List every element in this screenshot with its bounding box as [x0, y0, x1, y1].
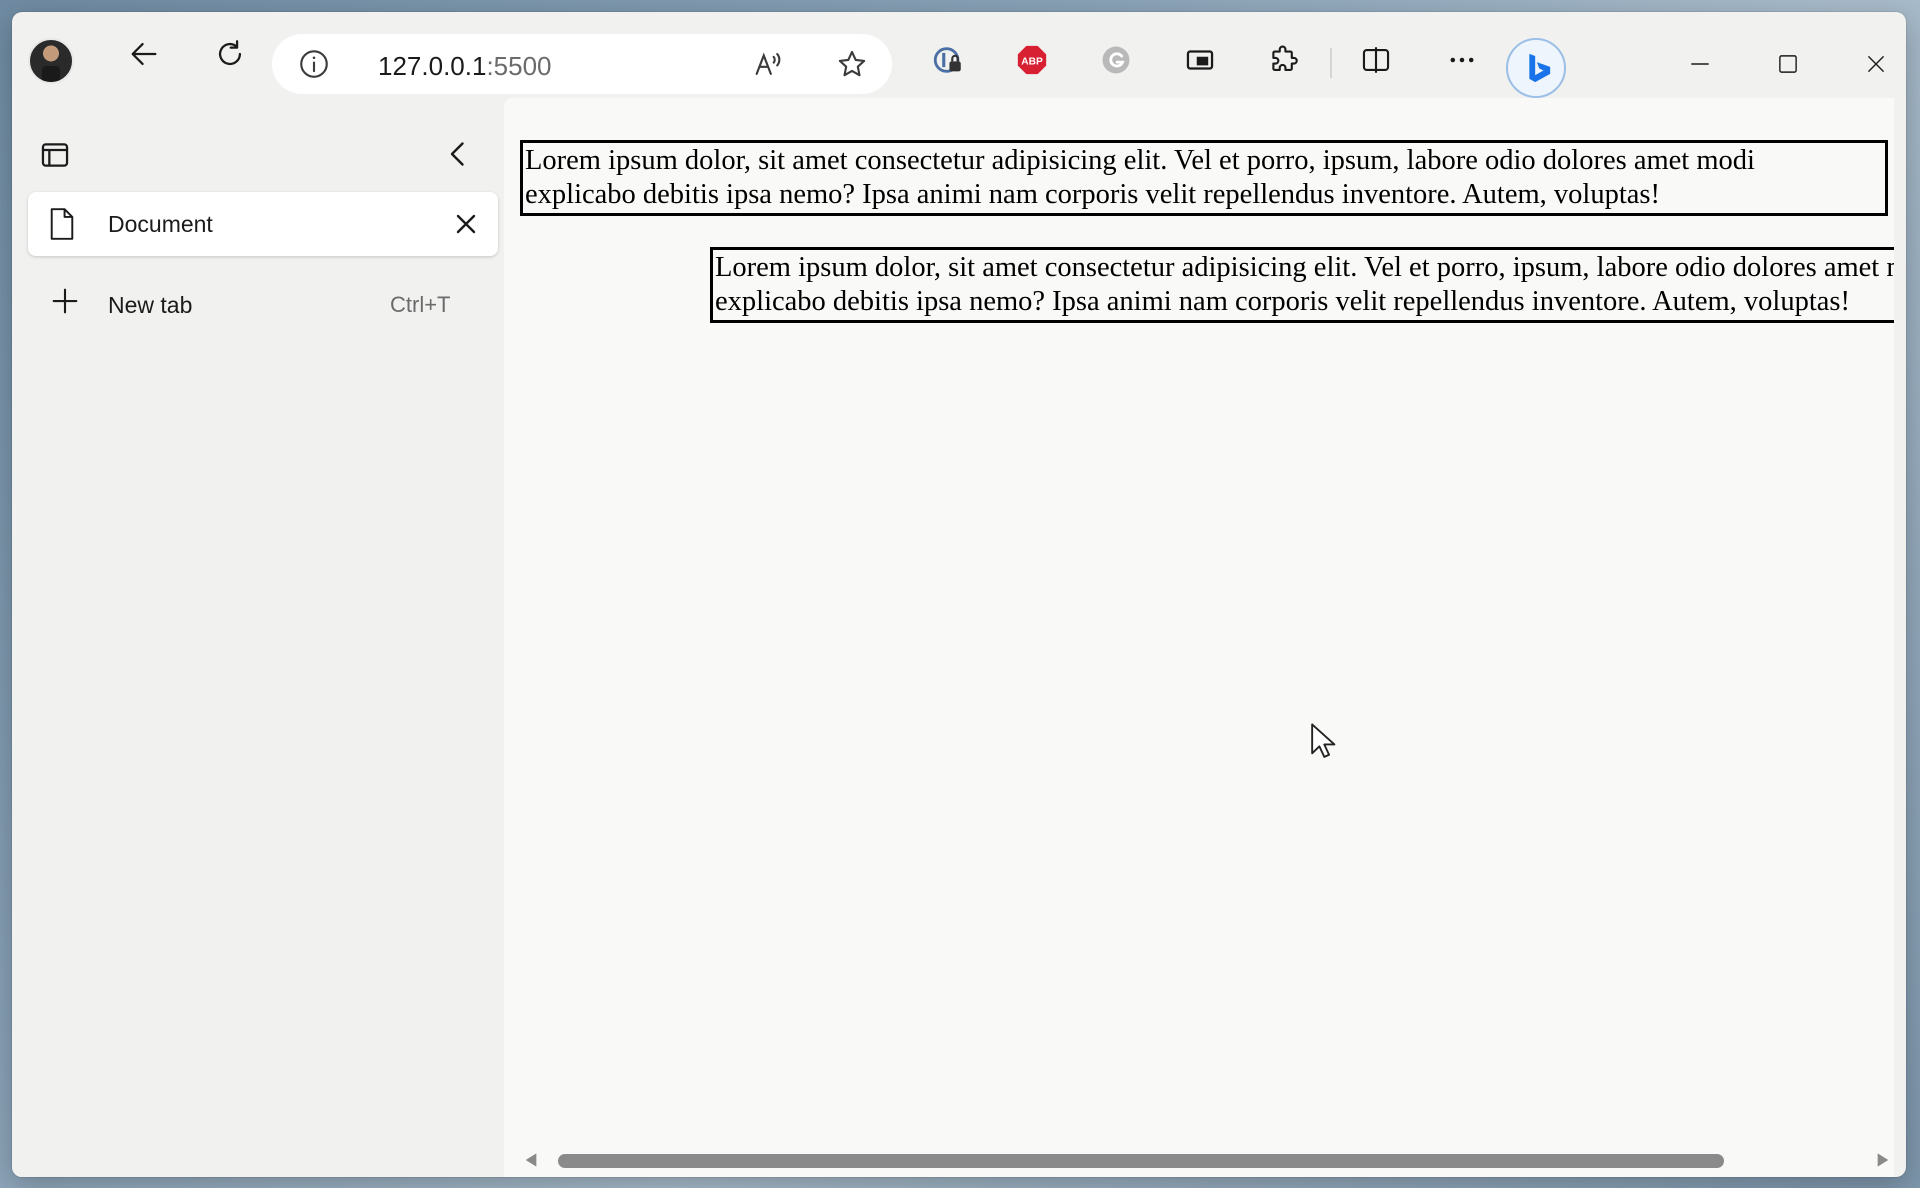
title-bar: 127.0.0.1:5500 ABP: [12, 12, 1906, 108]
picture-in-picture-extension[interactable]: [1176, 36, 1224, 84]
grammarly-extension[interactable]: [1092, 36, 1140, 84]
mouse-pointer-icon: [1311, 723, 1336, 758]
adblock-label: ABP: [1021, 56, 1043, 67]
extensions-button[interactable]: [1260, 36, 1308, 84]
url-port: :5500: [486, 51, 552, 81]
paragraph-box-1: Lorem ipsum dolor, sit amet consectetur …: [520, 140, 1888, 216]
minimize-icon: [1691, 63, 1709, 65]
password-manager-extension[interactable]: [924, 36, 972, 84]
collapse-sidebar-icon[interactable]: [440, 136, 476, 172]
url-text[interactable]: 127.0.0.1:5500: [378, 51, 552, 82]
paragraph-1-line-1: Lorem ipsum dolor, sit amet consectetur …: [525, 145, 1755, 176]
refresh-button[interactable]: [206, 30, 254, 78]
page-viewport: Lorem ipsum dolor, sit amet consectetur …: [504, 98, 1894, 1177]
address-bar[interactable]: 127.0.0.1:5500: [272, 34, 892, 94]
picture-in-picture-icon: [1186, 50, 1214, 70]
bing-chat-icon: [1529, 53, 1551, 83]
adblock-plus-extension[interactable]: ABP: [1008, 36, 1056, 84]
favorite-button[interactable]: [828, 40, 876, 88]
url-host: 127.0.0.1: [378, 51, 487, 81]
extensions-puzzle-icon: [1272, 45, 1298, 71]
maximize-button[interactable]: [1766, 42, 1810, 86]
minimize-button[interactable]: [1678, 42, 1722, 86]
site-info-button[interactable]: [290, 40, 338, 88]
back-button[interactable]: [120, 30, 168, 78]
info-icon: [300, 50, 328, 78]
paragraph-box-2: Lorem ipsum dolor, sit amet consectetur …: [710, 247, 1894, 323]
profile-avatar[interactable]: [28, 38, 74, 84]
star-icon: [838, 50, 866, 77]
split-screen-icon: [1362, 47, 1390, 73]
tab-title: Document: [108, 211, 213, 237]
scroll-right-icon[interactable]: [1876, 1152, 1890, 1168]
new-tab-label: New tab: [108, 292, 193, 318]
document-icon: [50, 208, 74, 240]
adblock-plus-icon: ABP: [1017, 45, 1047, 75]
read-aloud-button[interactable]: [744, 40, 792, 88]
paragraph-1-line-2: explicabo debitis ipsa nemo? Ipsa animi …: [525, 179, 1660, 210]
toolbar-separator: [1330, 48, 1332, 78]
vertical-tabs-sidebar: Document New tab Ctrl+T: [12, 108, 504, 1177]
more-menu-icon: [1450, 57, 1474, 63]
read-aloud-icon: [755, 52, 781, 75]
grammarly-icon: [1102, 46, 1130, 74]
tab-document[interactable]: Document: [28, 192, 498, 256]
close-icon: [1867, 55, 1885, 73]
password-manager-icon: [933, 47, 961, 73]
scroll-left-icon[interactable]: [524, 1152, 538, 1168]
bing-chat-button[interactable]: [1506, 38, 1566, 98]
browser-window: 127.0.0.1:5500 ABP Document New tab Ctrl…: [12, 12, 1906, 1177]
paragraph-2-line-1: Lorem ipsum dolor, sit amet consectetur …: [715, 252, 1894, 283]
paragraph-2-line-2: explicabo debitis ipsa nemo? Ipsa animi …: [715, 286, 1850, 317]
new-tab-button[interactable]: New tab Ctrl+T: [28, 276, 498, 332]
horizontal-scrollbar[interactable]: [524, 1148, 1894, 1170]
new-tab-shortcut: Ctrl+T: [390, 292, 451, 317]
refresh-icon: [218, 40, 242, 66]
scrollbar-thumb[interactable]: [558, 1154, 1724, 1168]
tab-actions-icon[interactable]: [38, 138, 72, 172]
plus-icon: [52, 288, 78, 314]
close-window-button[interactable]: [1854, 42, 1898, 86]
more-menu-button[interactable]: [1438, 36, 1486, 84]
maximize-icon: [1779, 55, 1797, 73]
split-screen-button[interactable]: [1352, 36, 1400, 84]
back-arrow-icon: [131, 42, 157, 66]
close-tab-icon[interactable]: [450, 208, 482, 240]
